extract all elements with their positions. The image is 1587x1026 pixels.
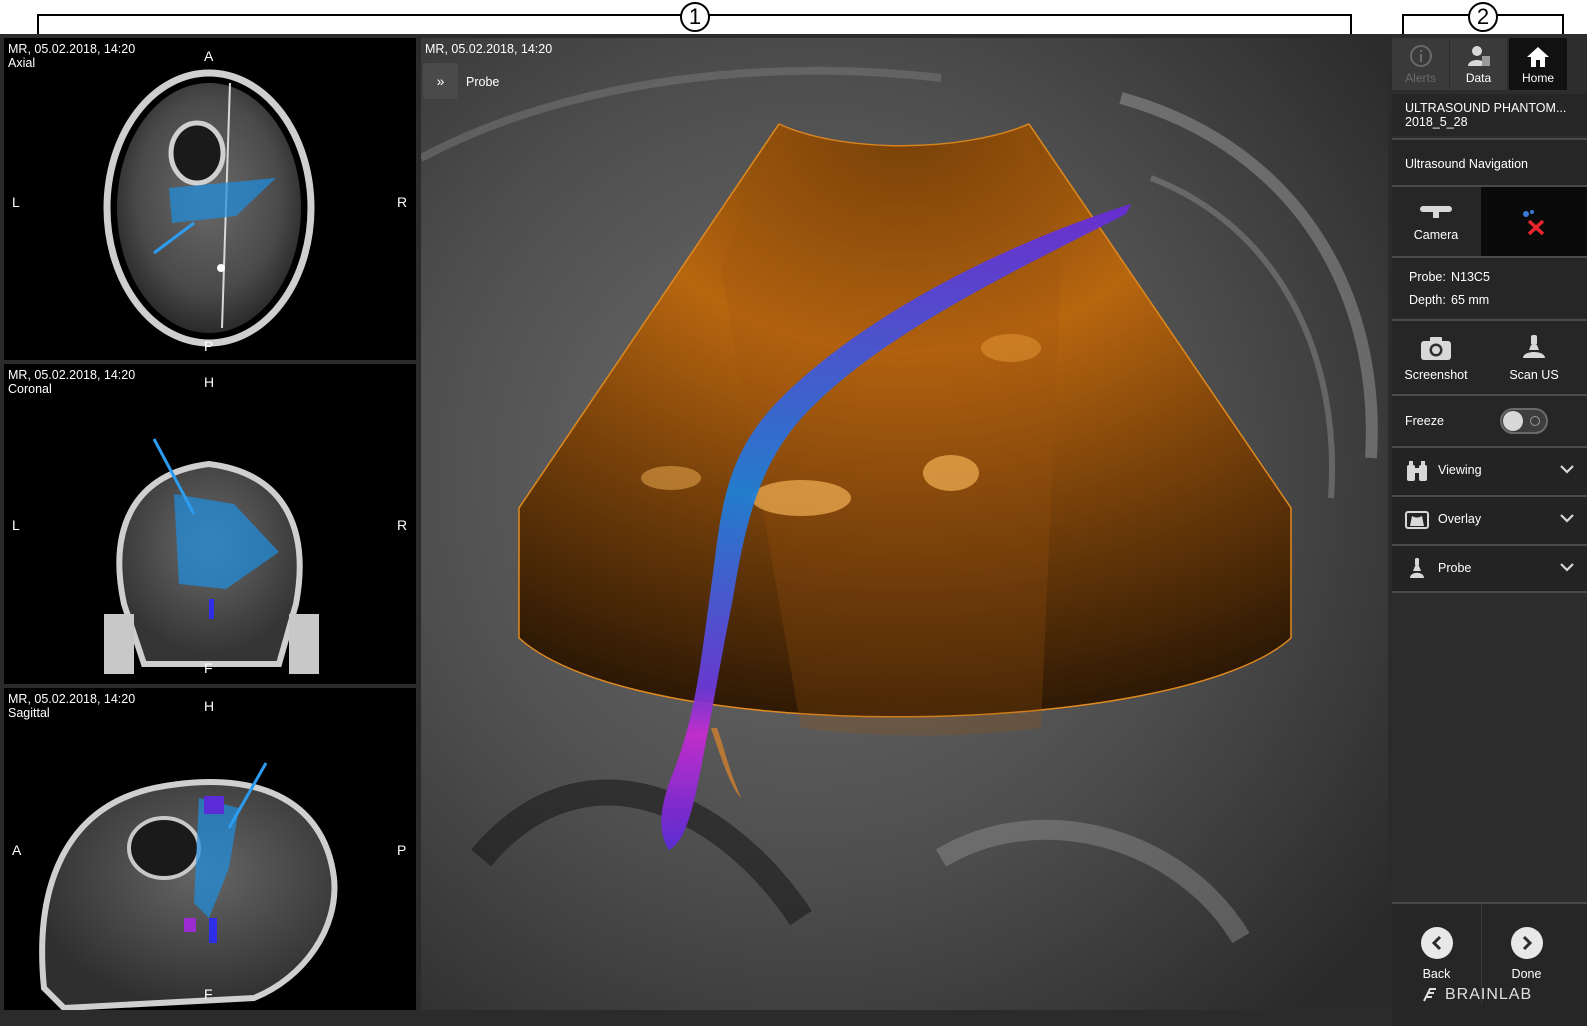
viewing-accordion[interactable]: Viewing bbox=[1392, 446, 1587, 495]
workflow-row[interactable]: Ultrasound Navigation bbox=[1392, 138, 1587, 186]
freeze-row: Freeze bbox=[1392, 394, 1587, 446]
screenshot-button[interactable]: Screenshot bbox=[1392, 321, 1480, 395]
scan-us-button[interactable]: Scan US bbox=[1481, 321, 1587, 395]
camera-tracking-icon bbox=[1420, 206, 1452, 218]
ultrasound-probe-icon bbox=[1410, 558, 1424, 578]
instrument-not-visible-icon bbox=[1523, 210, 1545, 236]
data-button[interactable]: Data bbox=[1450, 38, 1507, 90]
brand-text: BRAINLAB bbox=[1445, 986, 1533, 1003]
orientation-right: P bbox=[397, 842, 407, 858]
probe-info: Probe: N13C5 Depth: 65 mm bbox=[1392, 256, 1587, 318]
home-icon bbox=[1527, 47, 1549, 67]
ultrasound-overlay-icon bbox=[1405, 511, 1429, 529]
ultrasound-probe-icon bbox=[1523, 335, 1545, 358]
chevron-down-icon bbox=[1560, 563, 1574, 572]
coronal-view-info: MR, 05.02.2018, 14:20 Coronal bbox=[8, 368, 136, 396]
capture-actions: Screenshot Scan US bbox=[1392, 319, 1587, 395]
camera-icon bbox=[1421, 337, 1451, 360]
instrument-status bbox=[1481, 187, 1587, 257]
viewing-label: Viewing bbox=[1438, 463, 1482, 477]
callout-1: 1 bbox=[680, 2, 710, 32]
main-view-image bbox=[421, 38, 1388, 1010]
coronal-slice-image bbox=[104, 438, 319, 674]
probe-accordion[interactable]: Probe bbox=[1392, 544, 1587, 593]
toggle-off-indicator bbox=[1530, 416, 1540, 426]
probe-accordion-label: Probe bbox=[1438, 561, 1472, 575]
probe-panel-label: Probe bbox=[466, 75, 500, 89]
scan-us-label: Scan US bbox=[1509, 368, 1559, 382]
orientation-left: A bbox=[12, 842, 22, 858]
orientation-right: R bbox=[397, 517, 408, 533]
navigation-app: MR, 05.02.2018, 14:20 Axial A L R P MR, 0… bbox=[0, 34, 1587, 1026]
chevron-right-icon bbox=[1522, 935, 1532, 951]
home-button[interactable]: Home bbox=[1509, 38, 1567, 90]
data-label: Data bbox=[1465, 71, 1492, 85]
orientation-left: L bbox=[12, 194, 20, 210]
probe-label: Probe: bbox=[1409, 270, 1446, 284]
depth-value: 65 mm bbox=[1451, 293, 1490, 307]
binoculars-icon bbox=[1407, 461, 1427, 481]
home-label: Home bbox=[1521, 71, 1554, 85]
callout-2: 2 bbox=[1468, 2, 1498, 32]
tracking-status: Camera bbox=[1392, 185, 1587, 257]
workflow-title: Ultrasound Navigation bbox=[1405, 157, 1528, 171]
chevron-left-icon bbox=[1431, 935, 1441, 951]
top-nav: Alerts Data Home bbox=[1392, 38, 1587, 90]
sagittal-view[interactable]: MR, 05.02.2018, 14:20 Sagittal H A P F bbox=[4, 688, 416, 1010]
screenshot-label: Screenshot bbox=[1404, 368, 1468, 382]
alerts-label: Alerts bbox=[1405, 71, 1436, 85]
orientation-top: H bbox=[204, 374, 215, 390]
patient-name: ULTRASOUND PHANTOM... bbox=[1405, 101, 1567, 115]
orientation-right: R bbox=[397, 194, 408, 210]
info-icon bbox=[1409, 45, 1432, 67]
orientation-bottom: F bbox=[204, 660, 213, 676]
double-chevron-right-icon: » bbox=[436, 73, 445, 89]
patient-info: ULTRASOUND PHANTOM... 2018_5_28 bbox=[1392, 94, 1587, 136]
main-view-info: MR, 05.02.2018, 14:20 bbox=[425, 42, 553, 56]
chevron-down-icon bbox=[1560, 465, 1574, 474]
axial-view[interactable]: MR, 05.02.2018, 14:20 Axial A L R P bbox=[4, 38, 416, 360]
depth-label: Depth: bbox=[1409, 293, 1446, 307]
back-label: Back bbox=[1422, 967, 1451, 981]
probe-value: N13C5 bbox=[1451, 270, 1490, 284]
done-circle bbox=[1510, 927, 1543, 959]
coronal-view[interactable]: MR, 05.02.2018, 14:20 Coronal H L R F bbox=[4, 364, 416, 684]
sagittal-slice-image bbox=[39, 762, 338, 1010]
expand-probe-panel-button[interactable]: » bbox=[423, 63, 458, 99]
orientation-bottom: P bbox=[204, 338, 214, 354]
brainlab-logo-icon bbox=[1423, 988, 1436, 1002]
camera-label: Camera bbox=[1413, 228, 1459, 242]
back-circle bbox=[1420, 927, 1453, 959]
chevron-down-icon bbox=[1560, 514, 1574, 523]
camera-status[interactable]: Camera bbox=[1392, 187, 1480, 257]
overlay-label: Overlay bbox=[1438, 512, 1482, 526]
done-label: Done bbox=[1511, 967, 1542, 981]
toggle-knob bbox=[1503, 411, 1523, 431]
orientation-top: H bbox=[204, 698, 215, 714]
freeze-label: Freeze bbox=[1405, 414, 1444, 428]
patient-data-icon bbox=[1467, 46, 1490, 66]
orientation-bottom: F bbox=[204, 986, 213, 1002]
main-3d-view[interactable]: MR, 05.02.2018, 14:20 » Probe bbox=[421, 38, 1388, 1010]
orientation-left: L bbox=[12, 517, 20, 533]
right-panel: Alerts Data Home ULTRASOUND PHANTOM... 2… bbox=[1392, 34, 1587, 1026]
axial-view-info: MR, 05.02.2018, 14:20 Axial bbox=[8, 42, 136, 70]
brand-bar bbox=[1392, 1012, 1587, 1026]
alerts-button[interactable]: Alerts bbox=[1392, 38, 1449, 90]
overlay-accordion[interactable]: Overlay bbox=[1392, 495, 1587, 544]
orientation-top: A bbox=[204, 48, 214, 64]
axial-slice-image bbox=[103, 69, 315, 347]
brand-logo: BRAINLAB bbox=[1422, 986, 1532, 1004]
freeze-toggle[interactable] bbox=[1500, 408, 1548, 434]
patient-id: 2018_5_28 bbox=[1405, 115, 1468, 129]
sagittal-view-info: MR, 05.02.2018, 14:20 Sagittal bbox=[8, 692, 136, 720]
